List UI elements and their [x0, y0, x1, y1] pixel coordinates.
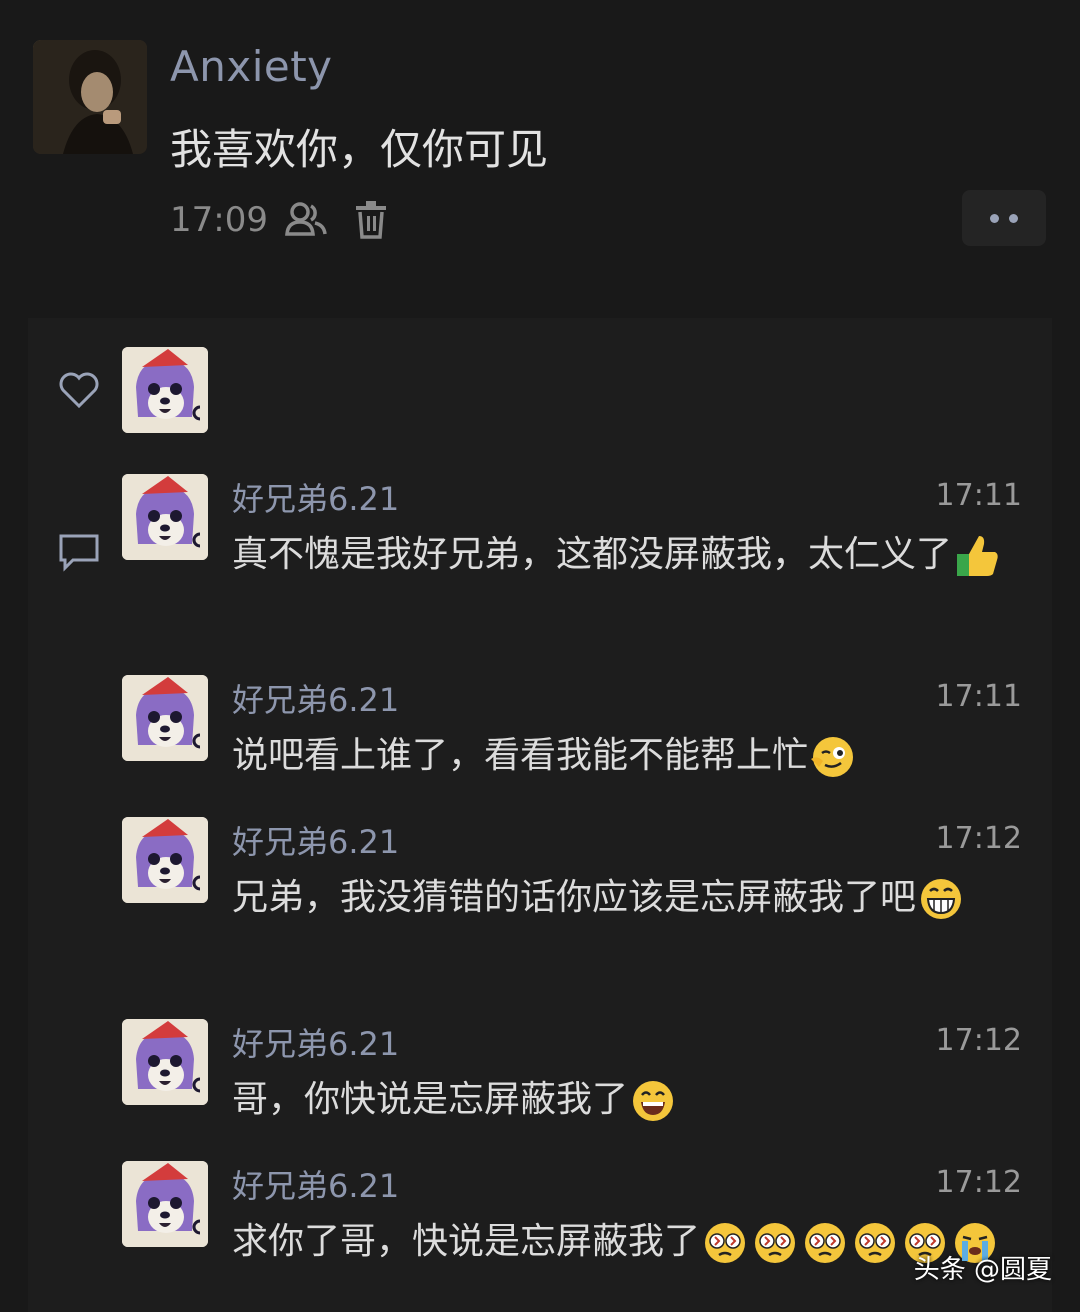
grin-emoji-icon [917, 875, 965, 923]
comment-text-content: 哥，你快说是忘屏蔽我了 [232, 1079, 629, 1120]
comment-time: 17:12 [935, 1023, 1022, 1058]
likes-comments-panel: 好兄弟6.21 17:11 真不愧是我好兄弟，这都没屏蔽我，太仁义了 好兄弟6.21… [28, 318, 1052, 1312]
commenter-name[interactable]: 好兄弟6.21 [232, 817, 399, 863]
commenter-avatar[interactable] [122, 675, 208, 761]
delete-icon[interactable] [354, 200, 388, 240]
commenter-name[interactable]: 好兄弟6.21 [232, 1019, 399, 1065]
broken-emoji-icon [851, 1219, 899, 1267]
thumbs-up-emoji-icon [953, 532, 1001, 580]
comment-time: 17:12 [935, 1165, 1022, 1200]
commenter-name[interactable]: 好兄弟6.21 [232, 1161, 399, 1207]
liker-avatar[interactable] [122, 347, 208, 433]
comment-text-content: 说吧看上谁了，看看我能不能帮上忙 [232, 735, 809, 776]
comment-text: 真不愧是我好兄弟，这都没屏蔽我，太仁义了 [232, 526, 1022, 584]
comment-text: 哥，你快说是忘屏蔽我了 [232, 1071, 1022, 1129]
broken-emoji-icon [751, 1219, 799, 1267]
watermark: 头条 @圆夏 [913, 1255, 1052, 1285]
post-time: 17:09 [170, 200, 268, 240]
post-meta: 17:09 [170, 196, 388, 244]
post-author-name[interactable]: Anxiety [170, 42, 333, 91]
visibility-people-icon[interactable] [284, 200, 328, 240]
comment-text: 说吧看上谁了，看看我能不能帮上忙 [232, 727, 1022, 785]
commenter-name[interactable]: 好兄弟6.21 [232, 675, 399, 721]
comment-text-content: 兄弟，我没猜错的话你应该是忘屏蔽我了吧 [232, 877, 917, 918]
commenter-name[interactable]: 好兄弟6.21 [232, 474, 399, 520]
comment-icon [59, 534, 99, 572]
comment-time: 17:11 [935, 679, 1022, 714]
broken-emoji-icon [701, 1219, 749, 1267]
post-text: 我喜欢你，仅你可见 [170, 125, 549, 174]
more-icon[interactable] [962, 190, 1046, 246]
comment-text-content: 真不愧是我好兄弟，这都没屏蔽我，太仁义了 [232, 534, 953, 575]
broken-emoji-icon [801, 1219, 849, 1267]
smile-emoji-icon [629, 1077, 677, 1125]
commenter-avatar[interactable] [122, 1161, 208, 1247]
commenter-avatar[interactable] [122, 474, 208, 560]
comment-text: 求你了哥，快说是忘屏蔽我了 [232, 1213, 1022, 1271]
wink-emoji-icon [809, 733, 857, 781]
commenter-avatar[interactable] [122, 1019, 208, 1105]
comment-text-content: 求你了哥，快说是忘屏蔽我了 [232, 1221, 701, 1262]
heart-icon [59, 372, 99, 409]
commenter-avatar[interactable] [122, 817, 208, 903]
comment-time: 17:12 [935, 821, 1022, 856]
comment-time: 17:11 [935, 478, 1022, 513]
comment-text: 兄弟，我没猜错的话你应该是忘屏蔽我了吧 [232, 869, 1022, 927]
author-avatar[interactable] [33, 40, 147, 154]
